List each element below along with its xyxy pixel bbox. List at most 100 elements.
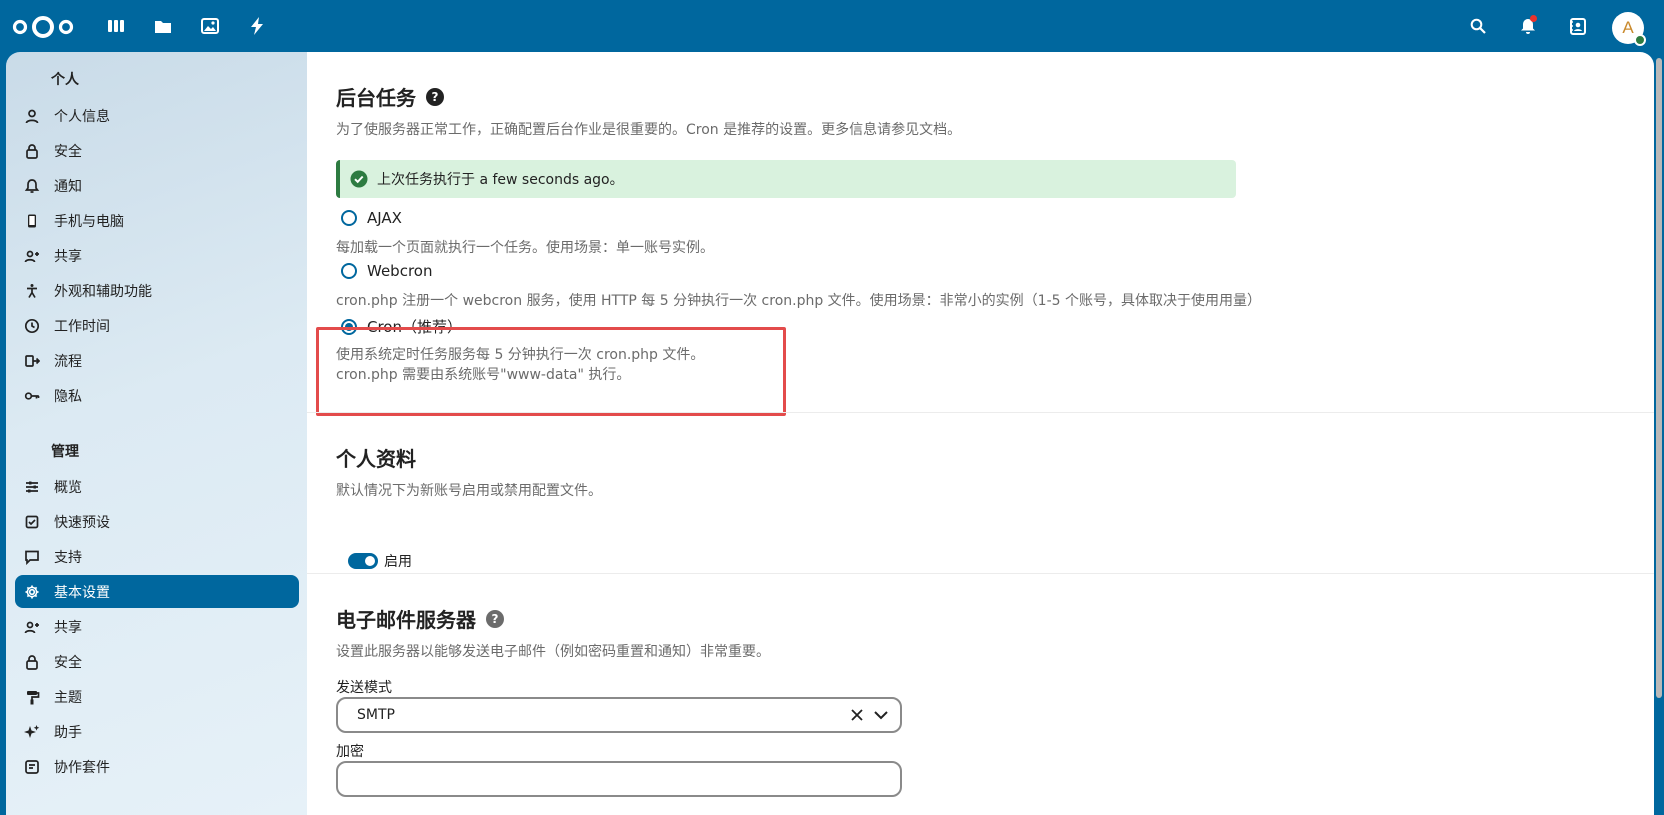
notification-badge [1530,15,1537,22]
search-icon[interactable] [1466,14,1490,38]
sidebar-item-label: 安全 [54,654,82,671]
sidebar-item-personal-4[interactable]: 共享 [15,239,299,272]
photos-icon[interactable] [198,14,222,38]
flow-icon [21,350,43,372]
profile-toggle-label[interactable]: 启用 [384,551,412,571]
sidebar-item-admin-5[interactable]: 安全 [15,645,299,678]
sidebar-item-label: 共享 [54,248,82,265]
sidebar-item-personal-3[interactable]: 手机与电脑 [15,204,299,237]
sidebar-item-admin-3[interactable]: 基本设置 [15,575,299,608]
phone-icon [21,210,43,232]
clear-icon[interactable] [846,704,868,726]
sidebar-item-label: 安全 [54,143,82,160]
sidebar-item-admin-6[interactable]: 主题 [15,680,299,713]
bell-icon [21,175,43,197]
sidebar-item-label: 通知 [54,178,82,195]
sidebar-item-label: 共享 [54,619,82,636]
sidebar-item-label: 工作时间 [54,318,110,335]
sidebar-item-label: 流程 [54,353,82,370]
sidebar-item-personal-2[interactable]: 通知 [15,169,299,202]
avatar[interactable]: A [1612,12,1646,46]
notifications-icon[interactable] [1516,14,1540,38]
check-circle-icon [350,170,368,188]
presets-icon [21,511,43,533]
sidebar-item-personal-8[interactable]: 隐私 [15,379,299,412]
sidebar-item-label: 外观和辅助功能 [54,283,152,300]
webcron-description: cron.php 注册一个 webcron 服务，使用 HTTP 每 5 分钟执… [336,293,1261,309]
email-title: 电子邮件服务器 [336,608,476,632]
user-icon [21,105,43,127]
settings-sidebar: 个人 个人信息 安全 通知 手机与电脑 共享 外观和辅助功能 工作时间 流程 隐私 管理 概览快… [6,52,307,815]
webcron-radio[interactable] [341,263,357,279]
encryption-label: 加密 [336,744,364,760]
files-icon[interactable] [151,14,175,38]
sidebar-item-label: 隐私 [54,388,82,405]
background-jobs-status-note: 上次任务执行于 a few seconds ago。 [336,160,1236,198]
webcron-radio-label[interactable]: Webcron [367,262,432,280]
status-text: 上次任务执行于 a few seconds ago。 [377,172,624,188]
admin-section-title: 管理 [51,444,79,460]
paint-roller-icon [21,686,43,708]
share-icon [21,245,43,267]
nextcloud-logo[interactable] [12,12,76,42]
send-mode-value: SMTP [357,707,395,723]
contacts-icon[interactable] [1566,14,1590,38]
send-mode-label: 发送模式 [336,680,392,696]
sidebar-item-admin-0[interactable]: 概览 [15,470,299,503]
help-icon[interactable]: ? [426,87,444,106]
sidebar-item-personal-5[interactable]: 外观和辅助功能 [15,274,299,307]
clock-icon [21,315,43,337]
section-divider [307,573,1654,574]
sidebar-item-admin-8[interactable]: 协作套件 [15,750,299,783]
sidebar-item-personal-0[interactable]: 个人信息 [15,99,299,132]
sidebar-item-label: 快速预设 [54,514,110,531]
background-jobs-section-title: 后台任务 ? [336,82,444,111]
overview-icon [21,476,43,498]
background-jobs-description: 为了使服务器正常工作，正确配置后台作业是很重要的。Cron 是推荐的设置。更多信… [336,122,962,138]
suite-icon [21,756,43,778]
ajax-radio-option[interactable]: AJAX [341,209,402,227]
sidebar-item-personal-6[interactable]: 工作时间 [15,309,299,342]
sidebar-item-label: 支持 [54,549,82,566]
sidebar-item-personal-7[interactable]: 流程 [15,344,299,377]
ajax-description: 每加载一个页面就执行一个任务。使用场景：单一账号实例。 [336,240,714,256]
personal-section-title: 个人 [51,72,79,88]
sidebar-item-admin-2[interactable]: 支持 [15,540,299,573]
sidebar-item-label: 协作套件 [54,759,110,776]
cron-highlight-box [316,327,786,416]
sidebar-item-label: 手机与电脑 [54,213,124,230]
profile-description: 默认情况下为新账号启用或禁用配置文件。 [336,483,602,499]
sidebar-item-label: 个人信息 [54,108,110,125]
email-description: 设置此服务器以能够发送电子邮件（例如密码重置和通知）非常重要。 [336,644,770,660]
sidebar-item-admin-4[interactable]: 共享 [15,610,299,643]
section-divider [307,412,1654,413]
profile-section-title: 个人资料 [336,443,416,472]
ajax-radio[interactable] [341,210,357,226]
sidebar-item-personal-1[interactable]: 安全 [15,134,299,167]
webcron-radio-option[interactable]: Webcron [341,262,432,280]
sidebar-item-admin-1[interactable]: 快速预设 [15,505,299,538]
gear-icon [21,581,43,603]
chevron-down-icon[interactable] [870,704,892,726]
sidebar-item-label: 基本设置 [54,584,110,601]
support-icon [21,546,43,568]
key-icon [21,385,43,407]
sidebar-item-admin-7[interactable]: 助手 [15,715,299,748]
profile-title: 个人资料 [336,447,416,471]
scrollbar[interactable] [1656,58,1662,698]
sidebar-item-label: 概览 [54,479,82,496]
ajax-radio-label[interactable]: AJAX [367,209,402,227]
sidebar-item-label: 助手 [54,724,82,741]
top-header: A [0,0,1664,52]
lock-icon [21,651,43,673]
accessibility-icon [21,280,43,302]
help-icon[interactable]: ? [486,609,504,628]
share-icon [21,616,43,638]
profile-enable-toggle[interactable] [348,553,378,569]
send-mode-select[interactable]: SMTP [336,697,902,733]
lock-icon [21,140,43,162]
dashboard-icon[interactable] [104,14,128,38]
encryption-select[interactable] [336,761,902,797]
activity-icon[interactable] [245,14,269,38]
email-section-title: 电子邮件服务器 ? [336,604,504,633]
